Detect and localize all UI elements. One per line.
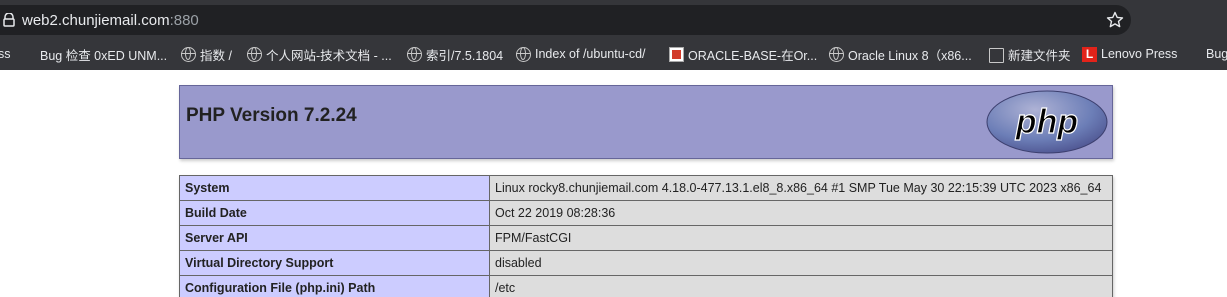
bookmark-item[interactable]: 指数 /	[181, 45, 232, 63]
globe-icon	[407, 46, 422, 62]
row-key: Server API	[179, 225, 490, 251]
bookmark-label: 索引/7.5.1804	[426, 48, 504, 63]
bookmark-label: Lenovo Press	[1101, 47, 1178, 61]
browser-chrome: web2.chunjiemail.com:880 ss Bug 检查 0xED …	[0, 0, 1227, 70]
lenovo-icon: L	[1082, 46, 1097, 62]
microsoft-icon	[1187, 47, 1202, 62]
bookmark-item[interactable]: ORACLE-BASE-在Or...	[669, 45, 817, 63]
row-key: System	[179, 175, 490, 201]
bookmark-item[interactable]: L Lenovo Press	[1082, 45, 1177, 63]
table-row: Server API FPM/FastCGI	[179, 225, 1113, 251]
php-info-table: System Linux rocky8.chunjiemail.com 4.18…	[179, 175, 1113, 297]
bookmarks-bar: ss Bug 检查 0xED UNM... 指数 / 个人网站-技术文档 - .…	[0, 41, 1227, 67]
bookmark-label: Bug 检查 0xED UNM...	[40, 48, 168, 63]
php-header: PHP Version 7.2.24 php	[179, 85, 1113, 159]
bookmark-label: 个人网站-技术文档 - ...	[266, 48, 392, 63]
globe-icon	[829, 46, 844, 62]
bookmark-label: 新建文件夹	[1008, 48, 1071, 63]
bookmark-label: ORACLE-BASE-在Or...	[688, 48, 818, 63]
php-logo[interactable]: php	[985, 89, 1109, 155]
address-bar[interactable]: web2.chunjiemail.com:880	[0, 5, 1131, 35]
bookmark-item[interactable]: Index of /ubuntu-cd/	[516, 45, 646, 63]
bookmark-item[interactable]: ss	[0, 45, 11, 63]
not-secure-icon[interactable]	[2, 13, 16, 27]
bookmark-label: 指数 /	[200, 48, 232, 63]
table-row: Configuration File (php.ini) Path /etc	[179, 275, 1113, 297]
globe-icon	[516, 46, 531, 62]
row-value: Oct 22 2019 08:28:36	[489, 200, 1113, 226]
row-value: Linux rocky8.chunjiemail.com 4.18.0-477.…	[489, 175, 1113, 201]
row-value: /etc	[489, 275, 1113, 297]
bookmark-label: Bug	[1206, 47, 1227, 61]
table-row: Build Date Oct 22 2019 08:28:36	[179, 200, 1113, 226]
row-value: disabled	[489, 250, 1113, 276]
bookmark-folder[interactable]: 新建文件夹	[989, 45, 1071, 63]
table-row: Virtual Directory Support disabled	[179, 250, 1113, 276]
bookmark-item[interactable]: 索引/7.5.1804	[407, 45, 503, 63]
url-text[interactable]: web2.chunjiemail.com:880	[22, 12, 199, 29]
row-key: Virtual Directory Support	[179, 250, 490, 276]
bookmark-item[interactable]: Bug 检查 0xED UNM...	[21, 45, 167, 63]
microsoft-icon	[21, 47, 36, 62]
row-key: Configuration File (php.ini) Path	[179, 275, 490, 297]
bookmark-item[interactable]: Bug	[1187, 45, 1227, 63]
url-port: :880	[169, 12, 199, 29]
folder-icon	[989, 47, 1004, 63]
bookmark-star-icon[interactable]	[1106, 11, 1124, 29]
globe-icon	[181, 46, 196, 62]
bookmark-label: ss	[0, 47, 11, 61]
bookmark-label: Oracle Linux 8（x86...	[848, 48, 972, 63]
globe-icon	[247, 46, 262, 62]
bookmark-item[interactable]: 个人网站-技术文档 - ...	[247, 45, 392, 63]
url-host: web2.chunjiemail.com	[22, 12, 170, 29]
row-key: Build Date	[179, 200, 490, 226]
bookmark-item[interactable]: Oracle Linux 8（x86...	[829, 45, 972, 63]
php-logo-text: php	[1015, 103, 1078, 141]
table-row: System Linux rocky8.chunjiemail.com 4.18…	[179, 175, 1113, 201]
page-title: PHP Version 7.2.24	[186, 105, 357, 126]
oracle-icon	[669, 46, 684, 62]
row-value: FPM/FastCGI	[489, 225, 1113, 251]
bookmark-label: Index of /ubuntu-cd/	[535, 47, 646, 61]
